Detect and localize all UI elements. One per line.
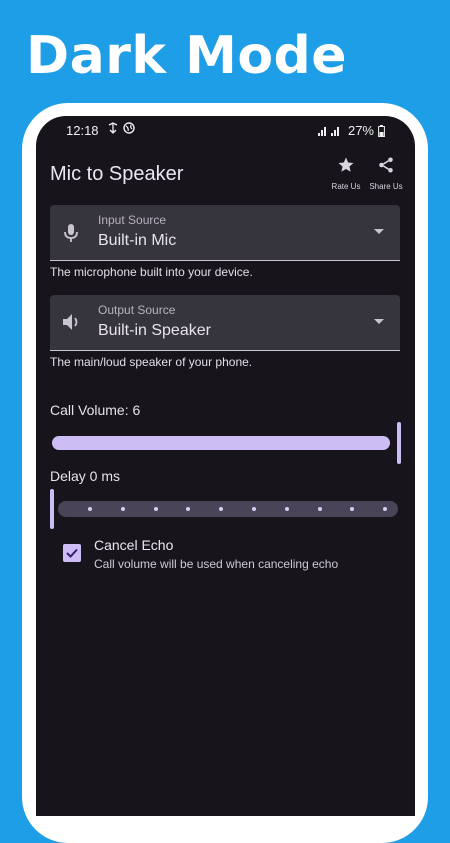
delay-track[interactable] xyxy=(58,501,398,517)
rate-us-button[interactable]: Rate Us xyxy=(326,156,366,191)
app-title: Mic to Speaker xyxy=(50,163,184,185)
promo-headline: Dark Mode xyxy=(26,26,348,86)
delay-step-tick xyxy=(252,507,256,511)
dropdown-arrow-icon xyxy=(374,319,384,324)
input-source-helper: The microphone built into your device. xyxy=(50,265,253,279)
status-time: 12:18 xyxy=(66,123,99,138)
call-volume-label: Call Volume: 6 xyxy=(50,402,141,418)
delay-step-tick xyxy=(219,507,224,511)
cancel-echo-checkbox[interactable] xyxy=(63,544,81,562)
input-source-label: Input Source xyxy=(98,213,167,227)
dropdown-arrow-icon xyxy=(374,229,384,234)
delay-thumb[interactable] xyxy=(50,489,54,529)
delay-step-tick xyxy=(284,507,289,511)
rate-us-label: Rate Us xyxy=(331,182,361,191)
check-icon xyxy=(66,548,78,558)
output-source-label: Output Source xyxy=(98,303,176,317)
signal-icon xyxy=(317,127,339,136)
delay-step-tick xyxy=(186,507,191,511)
globe-icon xyxy=(123,122,135,134)
delay-step-tick xyxy=(120,507,125,511)
call-volume-track[interactable] xyxy=(52,436,390,450)
status-notification-icons xyxy=(107,122,135,134)
battery-percent: 27% xyxy=(347,123,374,138)
input-source-value: Built-in Mic xyxy=(98,232,177,249)
delay-step-tick xyxy=(317,507,322,511)
output-source-dropdown[interactable]: Output Source Built-in Speaker xyxy=(50,295,400,351)
output-source-value: Built-in Speaker xyxy=(98,322,211,339)
star-icon xyxy=(338,157,354,172)
status-bar: 12:18 27% xyxy=(36,116,415,144)
delay-label: Delay 0 ms xyxy=(50,468,121,484)
share-icon xyxy=(379,157,393,173)
microphone-icon xyxy=(64,224,78,242)
output-source-helper: The main/loud speaker of your phone. xyxy=(50,355,253,369)
call-volume-thumb[interactable] xyxy=(397,422,401,464)
data-saver-icon xyxy=(108,122,118,134)
delay-step-tick xyxy=(153,507,158,511)
speaker-icon xyxy=(63,314,78,330)
battery-icon xyxy=(378,124,385,137)
cancel-echo-title: Cancel Echo xyxy=(94,537,174,553)
share-us-label: Share Us xyxy=(369,182,403,191)
status-right-group: 27% xyxy=(317,123,385,138)
delay-step-tick xyxy=(383,507,388,511)
input-source-dropdown[interactable]: Input Source Built-in Mic xyxy=(50,205,400,261)
delay-step-tick xyxy=(350,507,355,511)
share-us-button[interactable]: Share Us xyxy=(366,156,406,191)
cancel-echo-subtitle: Call volume will be used when canceling … xyxy=(94,557,339,571)
delay-step-tick xyxy=(88,507,92,511)
app-screen: 12:18 27% Mic to Speaker Rate Us Share U… xyxy=(36,116,415,816)
